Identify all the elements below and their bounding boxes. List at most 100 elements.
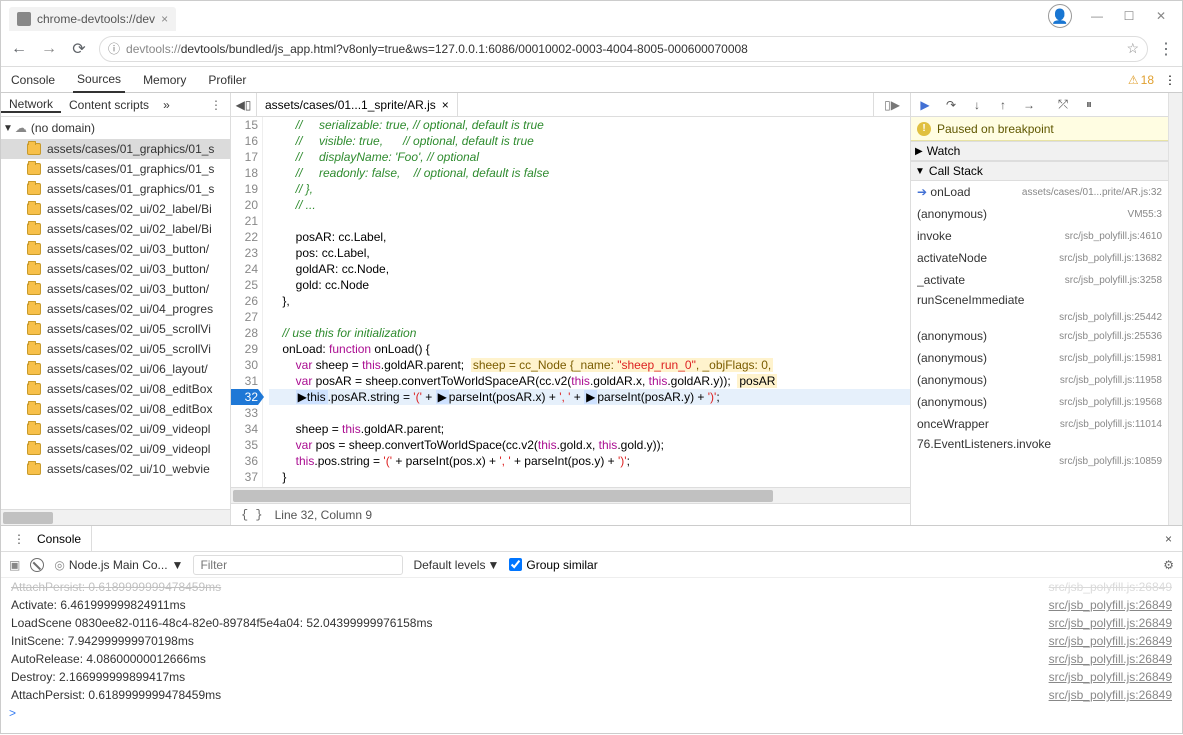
tree-item[interactable]: assets/cases/02_ui/03_button/ bbox=[1, 239, 230, 259]
tree-item[interactable]: assets/cases/01_graphics/01_s bbox=[1, 139, 230, 159]
message-source-link[interactable]: src/jsb_polyfill.js:26849 bbox=[1049, 670, 1172, 684]
console-prompt[interactable]: > bbox=[1, 704, 1182, 722]
user-avatar-icon[interactable]: 👤 bbox=[1048, 4, 1072, 28]
tab-sources[interactable]: Sources bbox=[73, 67, 125, 93]
editor-file-tab[interactable]: assets/cases/01...1_sprite/AR.js × bbox=[257, 93, 458, 116]
frame-source[interactable]: src/jsb_polyfill.js:11958 bbox=[1060, 375, 1162, 386]
close-tab-icon[interactable]: × bbox=[442, 98, 449, 112]
gutter-line[interactable]: 21 bbox=[231, 213, 258, 229]
browser-menu-icon[interactable]: ⋮ bbox=[1158, 39, 1174, 59]
tab-console[interactable]: Console bbox=[7, 73, 59, 87]
tree-item[interactable]: assets/cases/01_graphics/01_s bbox=[1, 159, 230, 179]
expand-icon[interactable]: ▼ bbox=[3, 123, 13, 134]
tab-profiler[interactable]: Profiler bbox=[204, 73, 250, 87]
frame-source[interactable]: src/jsb_polyfill.js:3258 bbox=[1065, 275, 1162, 286]
callstack-frame[interactable]: 76.EventListeners.invokesrc/jsb_polyfill… bbox=[911, 435, 1168, 469]
clear-console-icon[interactable] bbox=[30, 558, 44, 572]
message-source-link[interactable]: src/jsb_polyfill.js:26849 bbox=[1049, 688, 1172, 702]
callstack-frame[interactable]: (anonymous)src/jsb_polyfill.js:11958 bbox=[911, 369, 1168, 391]
console-settings-icon[interactable]: ⚙ bbox=[1163, 558, 1174, 572]
tree-item[interactable]: assets/cases/02_ui/05_scrollVi bbox=[1, 319, 230, 339]
callstack-frame[interactable]: (anonymous)src/jsb_polyfill.js:25536 bbox=[911, 325, 1168, 347]
navigator-more-tabs-icon[interactable]: » bbox=[157, 98, 176, 112]
step-icon[interactable]: → bbox=[1021, 98, 1037, 112]
callstack-frame[interactable]: _activatesrc/jsb_polyfill.js:3258 bbox=[911, 269, 1168, 291]
tree-item[interactable]: assets/cases/02_ui/08_editBox bbox=[1, 399, 230, 419]
callstack-frame[interactable]: runSceneImmediatesrc/jsb_polyfill.js:254… bbox=[911, 291, 1168, 325]
callstack-frame[interactable]: (anonymous)VM55:3 bbox=[911, 203, 1168, 225]
step-over-icon[interactable]: ↷ bbox=[943, 98, 959, 112]
callstack-frame[interactable]: onLoadassets/cases/01...prite/AR.js:32 bbox=[911, 181, 1168, 203]
gutter-line[interactable]: 26 bbox=[231, 293, 258, 309]
tree-item[interactable]: assets/cases/02_ui/04_progres bbox=[1, 299, 230, 319]
gutter-line[interactable]: 16 bbox=[231, 133, 258, 149]
gutter-line[interactable]: 35 bbox=[231, 437, 258, 453]
tree-item[interactable]: assets/cases/02_ui/08_editBox bbox=[1, 379, 230, 399]
gutter-line[interactable]: 24 bbox=[231, 261, 258, 277]
frame-source[interactable]: src/jsb_polyfill.js:25536 bbox=[1059, 331, 1162, 342]
tab-close-icon[interactable]: × bbox=[161, 12, 168, 26]
step-into-icon[interactable]: ↓ bbox=[969, 98, 985, 112]
tree-item[interactable]: assets/cases/02_ui/03_button/ bbox=[1, 279, 230, 299]
gutter-line[interactable]: 37 bbox=[231, 469, 258, 485]
gutter-line[interactable]: 31 bbox=[231, 373, 258, 389]
tab-memory[interactable]: Memory bbox=[139, 73, 190, 87]
info-icon[interactable]: ⓘ bbox=[108, 40, 120, 57]
navigator-scrollbar-h[interactable] bbox=[1, 509, 230, 525]
toggle-debugger-icon[interactable]: ▯▶ bbox=[873, 93, 910, 116]
gutter-line[interactable]: 23 bbox=[231, 245, 258, 261]
window-maximize-icon[interactable]: ☐ bbox=[1122, 9, 1136, 23]
resume-icon[interactable]: ▶ bbox=[917, 98, 933, 112]
message-source-link[interactable]: src/jsb_polyfill.js:26849 bbox=[1049, 652, 1172, 666]
warnings-badge[interactable]: ⚠ 18 bbox=[1128, 73, 1154, 87]
window-minimize-icon[interactable]: — bbox=[1090, 9, 1104, 23]
message-source-link[interactable]: src/jsb_polyfill.js:26849 bbox=[1049, 634, 1172, 648]
frame-source[interactable]: src/jsb_polyfill.js:15981 bbox=[1059, 353, 1162, 364]
gutter-line[interactable]: 32 bbox=[231, 389, 258, 405]
frame-source[interactable]: src/jsb_polyfill.js:11014 bbox=[1060, 419, 1162, 430]
back-button-icon[interactable]: ← bbox=[9, 40, 29, 58]
tree-item[interactable]: assets/cases/01_graphics/01_s bbox=[1, 179, 230, 199]
tree-domain[interactable]: ▼ ☁ (no domain) bbox=[1, 117, 230, 139]
gutter-line[interactable]: 36 bbox=[231, 453, 258, 469]
console-close-icon[interactable]: × bbox=[1155, 532, 1182, 546]
bookmark-icon[interactable]: ☆ bbox=[1126, 40, 1139, 57]
message-source-link[interactable]: src/jsb_polyfill.js:26849 bbox=[1049, 616, 1172, 630]
gutter-line[interactable]: 28 bbox=[231, 325, 258, 341]
live-expression-icon[interactable]: ▣ bbox=[9, 558, 20, 572]
frame-source[interactable]: src/jsb_polyfill.js:10859 bbox=[1059, 456, 1162, 467]
tree-item[interactable]: assets/cases/02_ui/05_scrollVi bbox=[1, 339, 230, 359]
pretty-print-icon[interactable]: { } bbox=[241, 508, 263, 522]
gutter-line[interactable]: 33 bbox=[231, 405, 258, 421]
frame-source[interactable]: VM55:3 bbox=[1128, 209, 1162, 220]
callstack-frame[interactable]: onceWrappersrc/jsb_polyfill.js:11014 bbox=[911, 413, 1168, 435]
frame-source[interactable]: src/jsb_polyfill.js:13682 bbox=[1059, 253, 1162, 264]
gutter-line[interactable]: 19 bbox=[231, 181, 258, 197]
tree-item[interactable]: assets/cases/02_ui/02_label/Bi bbox=[1, 199, 230, 219]
callstack-frame[interactable]: (anonymous)src/jsb_polyfill.js:15981 bbox=[911, 347, 1168, 369]
callstack-section-header[interactable]: ▼Call Stack bbox=[911, 161, 1168, 181]
navigator-menu-icon[interactable]: ⋮ bbox=[202, 98, 230, 112]
log-levels-selector[interactable]: Default levels ▼ bbox=[413, 558, 499, 572]
deactivate-breakpoints-icon[interactable]: ⤱ bbox=[1055, 97, 1071, 112]
navigator-tab-content-scripts[interactable]: Content scripts bbox=[61, 98, 157, 112]
devtools-menu-icon[interactable]: ⋮ bbox=[1164, 73, 1176, 87]
context-selector[interactable]: ◎ Node.js Main Co... ▼ bbox=[54, 558, 183, 572]
debugger-scrollbar-v[interactable] bbox=[1168, 93, 1182, 525]
tree-item[interactable]: assets/cases/02_ui/06_layout/ bbox=[1, 359, 230, 379]
browser-tab[interactable]: chrome-devtools://dev × bbox=[9, 7, 176, 31]
console-tab[interactable]: Console bbox=[27, 526, 92, 551]
console-menu-icon[interactable]: ⋮ bbox=[13, 532, 25, 546]
url-field[interactable]: ⓘ devtools://devtools/bundled/js_app.htm… bbox=[99, 36, 1148, 62]
editor-scrollbar-h[interactable] bbox=[231, 487, 910, 503]
gutter-line[interactable]: 25 bbox=[231, 277, 258, 293]
gutter-line[interactable]: 22 bbox=[231, 229, 258, 245]
reload-button-icon[interactable]: ⟳ bbox=[69, 39, 89, 59]
tree-item[interactable]: assets/cases/02_ui/09_videopl bbox=[1, 439, 230, 459]
tree-item[interactable]: assets/cases/02_ui/09_videopl bbox=[1, 419, 230, 439]
gutter-line[interactable]: 18 bbox=[231, 165, 258, 181]
gutter-line[interactable]: 27 bbox=[231, 309, 258, 325]
toggle-navigator-icon[interactable]: ◀▯ bbox=[231, 93, 257, 116]
message-source-link[interactable]: src/jsb_polyfill.js:26849 bbox=[1049, 598, 1172, 612]
group-similar-checkbox[interactable]: Group similar bbox=[509, 558, 597, 572]
